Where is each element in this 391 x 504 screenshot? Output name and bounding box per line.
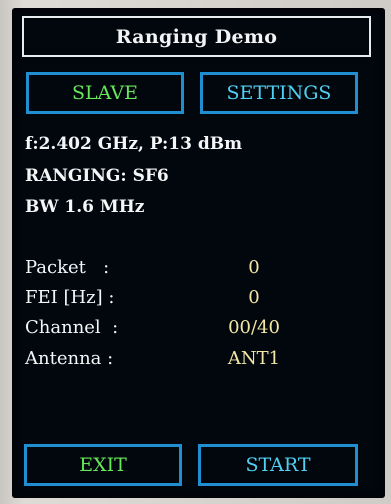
page-title: Ranging Demo (22, 16, 371, 57)
channel-value: 00/40 (228, 317, 280, 338)
antenna-value: ANT1 (227, 348, 281, 369)
channel-label: Channel : (25, 317, 119, 338)
display-screen: Ranging Demo SLAVE SETTINGS f:2.402 GHz,… (12, 8, 385, 498)
settings-button[interactable]: SETTINGS (200, 72, 358, 114)
bandwidth-info: BW 1.6 MHz (25, 197, 145, 217)
device-bezel: Ranging Demo SLAVE SETTINGS f:2.402 GHz,… (0, 0, 391, 504)
start-button-label: START (245, 454, 311, 476)
frequency-power-info: f:2.402 GHz, P:13 dBm (25, 134, 243, 154)
start-button[interactable]: START (198, 444, 358, 486)
antenna-label: Antenna : (25, 348, 114, 369)
ranging-info: RANGING: SF6 (25, 166, 169, 186)
slave-button[interactable]: SLAVE (26, 72, 184, 114)
settings-button-label: SETTINGS (226, 82, 332, 104)
packet-value: 0 (248, 257, 260, 278)
fei-value: 0 (248, 287, 260, 308)
slave-button-label: SLAVE (72, 82, 138, 104)
packet-label: Packet : (25, 257, 110, 278)
fei-label: FEI [Hz] : (25, 287, 115, 308)
exit-button[interactable]: EXIT (24, 444, 182, 486)
title-text: Ranging Demo (115, 25, 278, 48)
exit-button-label: EXIT (79, 454, 127, 476)
